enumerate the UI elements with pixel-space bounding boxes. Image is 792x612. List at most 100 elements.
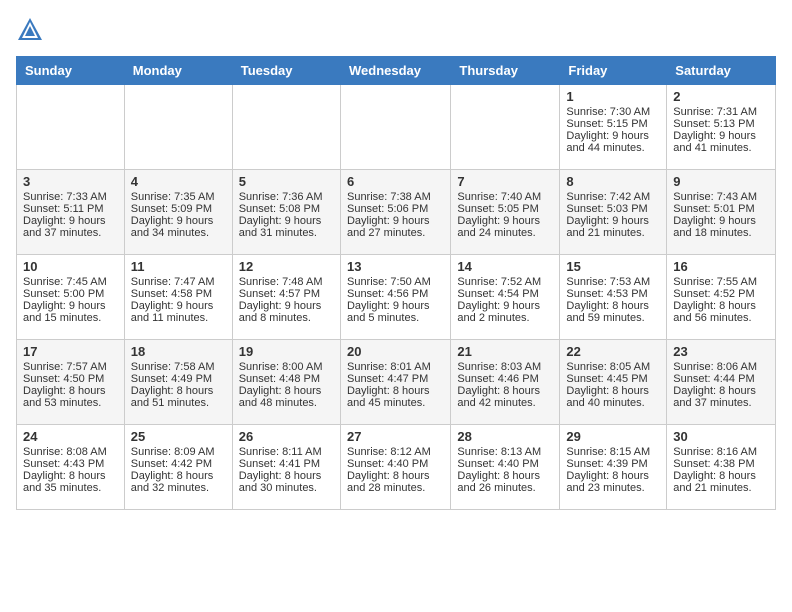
daylight-text: Daylight: 8 hours and 59 minutes.: [566, 300, 660, 324]
daylight-text: Daylight: 8 hours and 45 minutes.: [347, 385, 444, 409]
daylight-text: Daylight: 9 hours and 34 minutes.: [131, 215, 226, 239]
calendar-cell: 6Sunrise: 7:38 AMSunset: 5:06 PMDaylight…: [340, 170, 450, 255]
sunset-text: Sunset: 4:47 PM: [347, 373, 444, 385]
calendar-cell: 20Sunrise: 8:01 AMSunset: 4:47 PMDayligh…: [340, 340, 450, 425]
sunrise-text: Sunrise: 8:11 AM: [239, 446, 334, 458]
sunrise-text: Sunrise: 8:09 AM: [131, 446, 226, 458]
daylight-text: Daylight: 8 hours and 37 minutes.: [673, 385, 769, 409]
sunset-text: Sunset: 5:09 PM: [131, 203, 226, 215]
sunset-text: Sunset: 5:03 PM: [566, 203, 660, 215]
sunrise-text: Sunrise: 8:08 AM: [23, 446, 118, 458]
daylight-text: Daylight: 8 hours and 35 minutes.: [23, 470, 118, 494]
sunrise-text: Sunrise: 7:38 AM: [347, 191, 444, 203]
calendar-cell: 23 Sunrise: 8:06 AMSunset: 4:44 PMDayligh…: [667, 340, 776, 425]
sunset-text: Sunset: 4:39 PM: [566, 458, 660, 470]
calendar-header-row: SundayMondayTuesdayWednesdayThursdayFrid…: [17, 57, 776, 85]
sunset-text: Sunset: 4:46 PM: [457, 373, 553, 385]
calendar-cell: 2Sunrise: 7:31 AMSunset: 5:13 PMDaylight…: [667, 85, 776, 170]
day-header-monday: Monday: [124, 57, 232, 85]
day-number: 14: [457, 259, 553, 274]
day-number: 30: [673, 429, 769, 444]
sunset-text: Sunset: 4:42 PM: [131, 458, 226, 470]
day-number: 15: [566, 259, 660, 274]
day-number: 19: [239, 344, 334, 359]
day-header-friday: Friday: [560, 57, 667, 85]
day-number: 20: [347, 344, 444, 359]
daylight-text: Daylight: 8 hours and 23 minutes.: [566, 470, 660, 494]
calendar-cell: 9Sunrise: 7:43 AMSunset: 5:01 PMDaylight…: [667, 170, 776, 255]
sunset-text: Sunset: 4:57 PM: [239, 288, 334, 300]
sunrise-text: Sunrise: 8:06 AM: [673, 361, 769, 373]
sunset-text: Sunset: 5:01 PM: [673, 203, 769, 215]
day-number: 21: [457, 344, 553, 359]
daylight-text: Daylight: 9 hours and 24 minutes.: [457, 215, 553, 239]
sunset-text: Sunset: 4:44 PM: [673, 373, 769, 385]
sunset-text: Sunset: 5:05 PM: [457, 203, 553, 215]
day-number: 26: [239, 429, 334, 444]
daylight-text: Daylight: 8 hours and 26 minutes.: [457, 470, 553, 494]
day-number: 10: [23, 259, 118, 274]
calendar-cell: 15Sunrise: 7:53 AMSunset: 4:53 PMDayligh…: [560, 255, 667, 340]
daylight-text: Daylight: 9 hours and 5 minutes.: [347, 300, 444, 324]
calendar-cell: 13Sunrise: 7:50 AMSunset: 4:56 PMDayligh…: [340, 255, 450, 340]
calendar-cell: [340, 85, 450, 170]
sunrise-text: Sunrise: 7:33 AM: [23, 191, 118, 203]
calendar-cell: 25Sunrise: 8:09 AMSunset: 4:42 PMDayligh…: [124, 425, 232, 510]
logo: [16, 16, 46, 44]
day-number: 17: [23, 344, 118, 359]
daylight-text: Daylight: 9 hours and 15 minutes.: [23, 300, 118, 324]
sunrise-text: Sunrise: 7:42 AM: [566, 191, 660, 203]
daylight-text: Daylight: 8 hours and 32 minutes.: [131, 470, 226, 494]
calendar-week-row: 3Sunrise: 7:33 AMSunset: 5:11 PMDaylight…: [17, 170, 776, 255]
day-number: 11: [131, 259, 226, 274]
sunrise-text: Sunrise: 8:12 AM: [347, 446, 444, 458]
sunrise-text: Sunrise: 8:13 AM: [457, 446, 553, 458]
calendar-cell: 19Sunrise: 8:00 AMSunset: 4:48 PMDayligh…: [232, 340, 340, 425]
day-number: 4: [131, 174, 226, 189]
sunrise-text: Sunrise: 8:05 AM: [566, 361, 660, 373]
daylight-text: Daylight: 8 hours and 56 minutes.: [673, 300, 769, 324]
daylight-text: Daylight: 9 hours and 41 minutes.: [673, 130, 769, 154]
day-number: 12: [239, 259, 334, 274]
calendar-cell: 7Sunrise: 7:40 AMSunset: 5:05 PMDaylight…: [451, 170, 560, 255]
day-number: 23: [673, 344, 769, 359]
calendar-cell: 11Sunrise: 7:47 AMSunset: 4:58 PMDayligh…: [124, 255, 232, 340]
sunset-text: Sunset: 4:49 PM: [131, 373, 226, 385]
sunrise-text: Sunrise: 7:57 AM: [23, 361, 118, 373]
calendar-cell: 10Sunrise: 7:45 AMSunset: 5:00 PMDayligh…: [17, 255, 125, 340]
daylight-text: Daylight: 9 hours and 18 minutes.: [673, 215, 769, 239]
calendar-cell: [17, 85, 125, 170]
sunrise-text: Sunrise: 8:00 AM: [239, 361, 334, 373]
daylight-text: Daylight: 9 hours and 11 minutes.: [131, 300, 226, 324]
sunrise-text: Sunrise: 7:30 AM: [566, 106, 660, 118]
sunrise-text: Sunrise: 7:50 AM: [347, 276, 444, 288]
sunset-text: Sunset: 5:00 PM: [23, 288, 118, 300]
sunset-text: Sunset: 4:53 PM: [566, 288, 660, 300]
sunrise-text: Sunrise: 7:58 AM: [131, 361, 226, 373]
calendar-table: SundayMondayTuesdayWednesdayThursdayFrid…: [16, 56, 776, 510]
sunrise-text: Sunrise: 7:48 AM: [239, 276, 334, 288]
daylight-text: Daylight: 9 hours and 21 minutes.: [566, 215, 660, 239]
sunrise-text: Sunrise: 7:31 AM: [673, 106, 769, 118]
calendar-cell: 8Sunrise: 7:42 AMSunset: 5:03 PMDaylight…: [560, 170, 667, 255]
daylight-text: Daylight: 8 hours and 53 minutes.: [23, 385, 118, 409]
day-header-saturday: Saturday: [667, 57, 776, 85]
calendar-cell: 18 Sunrise: 7:58 AMSunset: 4:49 PMDayligh…: [124, 340, 232, 425]
sunset-text: Sunset: 4:43 PM: [23, 458, 118, 470]
calendar-cell: [451, 85, 560, 170]
sunrise-text: Sunrise: 8:15 AM: [566, 446, 660, 458]
daylight-text: Daylight: 8 hours and 21 minutes.: [673, 470, 769, 494]
sunrise-text: Sunrise: 8:03 AM: [457, 361, 553, 373]
daylight-text: Daylight: 8 hours and 51 minutes.: [131, 385, 226, 409]
sunrise-text: Sunrise: 7:43 AM: [673, 191, 769, 203]
calendar-cell: 14Sunrise: 7:52 AMSunset: 4:54 PMDayligh…: [451, 255, 560, 340]
sunset-text: Sunset: 4:38 PM: [673, 458, 769, 470]
day-number: 3: [23, 174, 118, 189]
calendar-cell: 3Sunrise: 7:33 AMSunset: 5:11 PMDaylight…: [17, 170, 125, 255]
calendar-cell: 16Sunrise: 7:55 AMSunset: 4:52 PMDayligh…: [667, 255, 776, 340]
day-header-sunday: Sunday: [17, 57, 125, 85]
day-number: 16: [673, 259, 769, 274]
calendar-cell: 26Sunrise: 8:11 AMSunset: 4:41 PMDayligh…: [232, 425, 340, 510]
calendar-cell: 30Sunrise: 8:16 AMSunset: 4:38 PMDayligh…: [667, 425, 776, 510]
day-number: 18: [131, 344, 226, 359]
